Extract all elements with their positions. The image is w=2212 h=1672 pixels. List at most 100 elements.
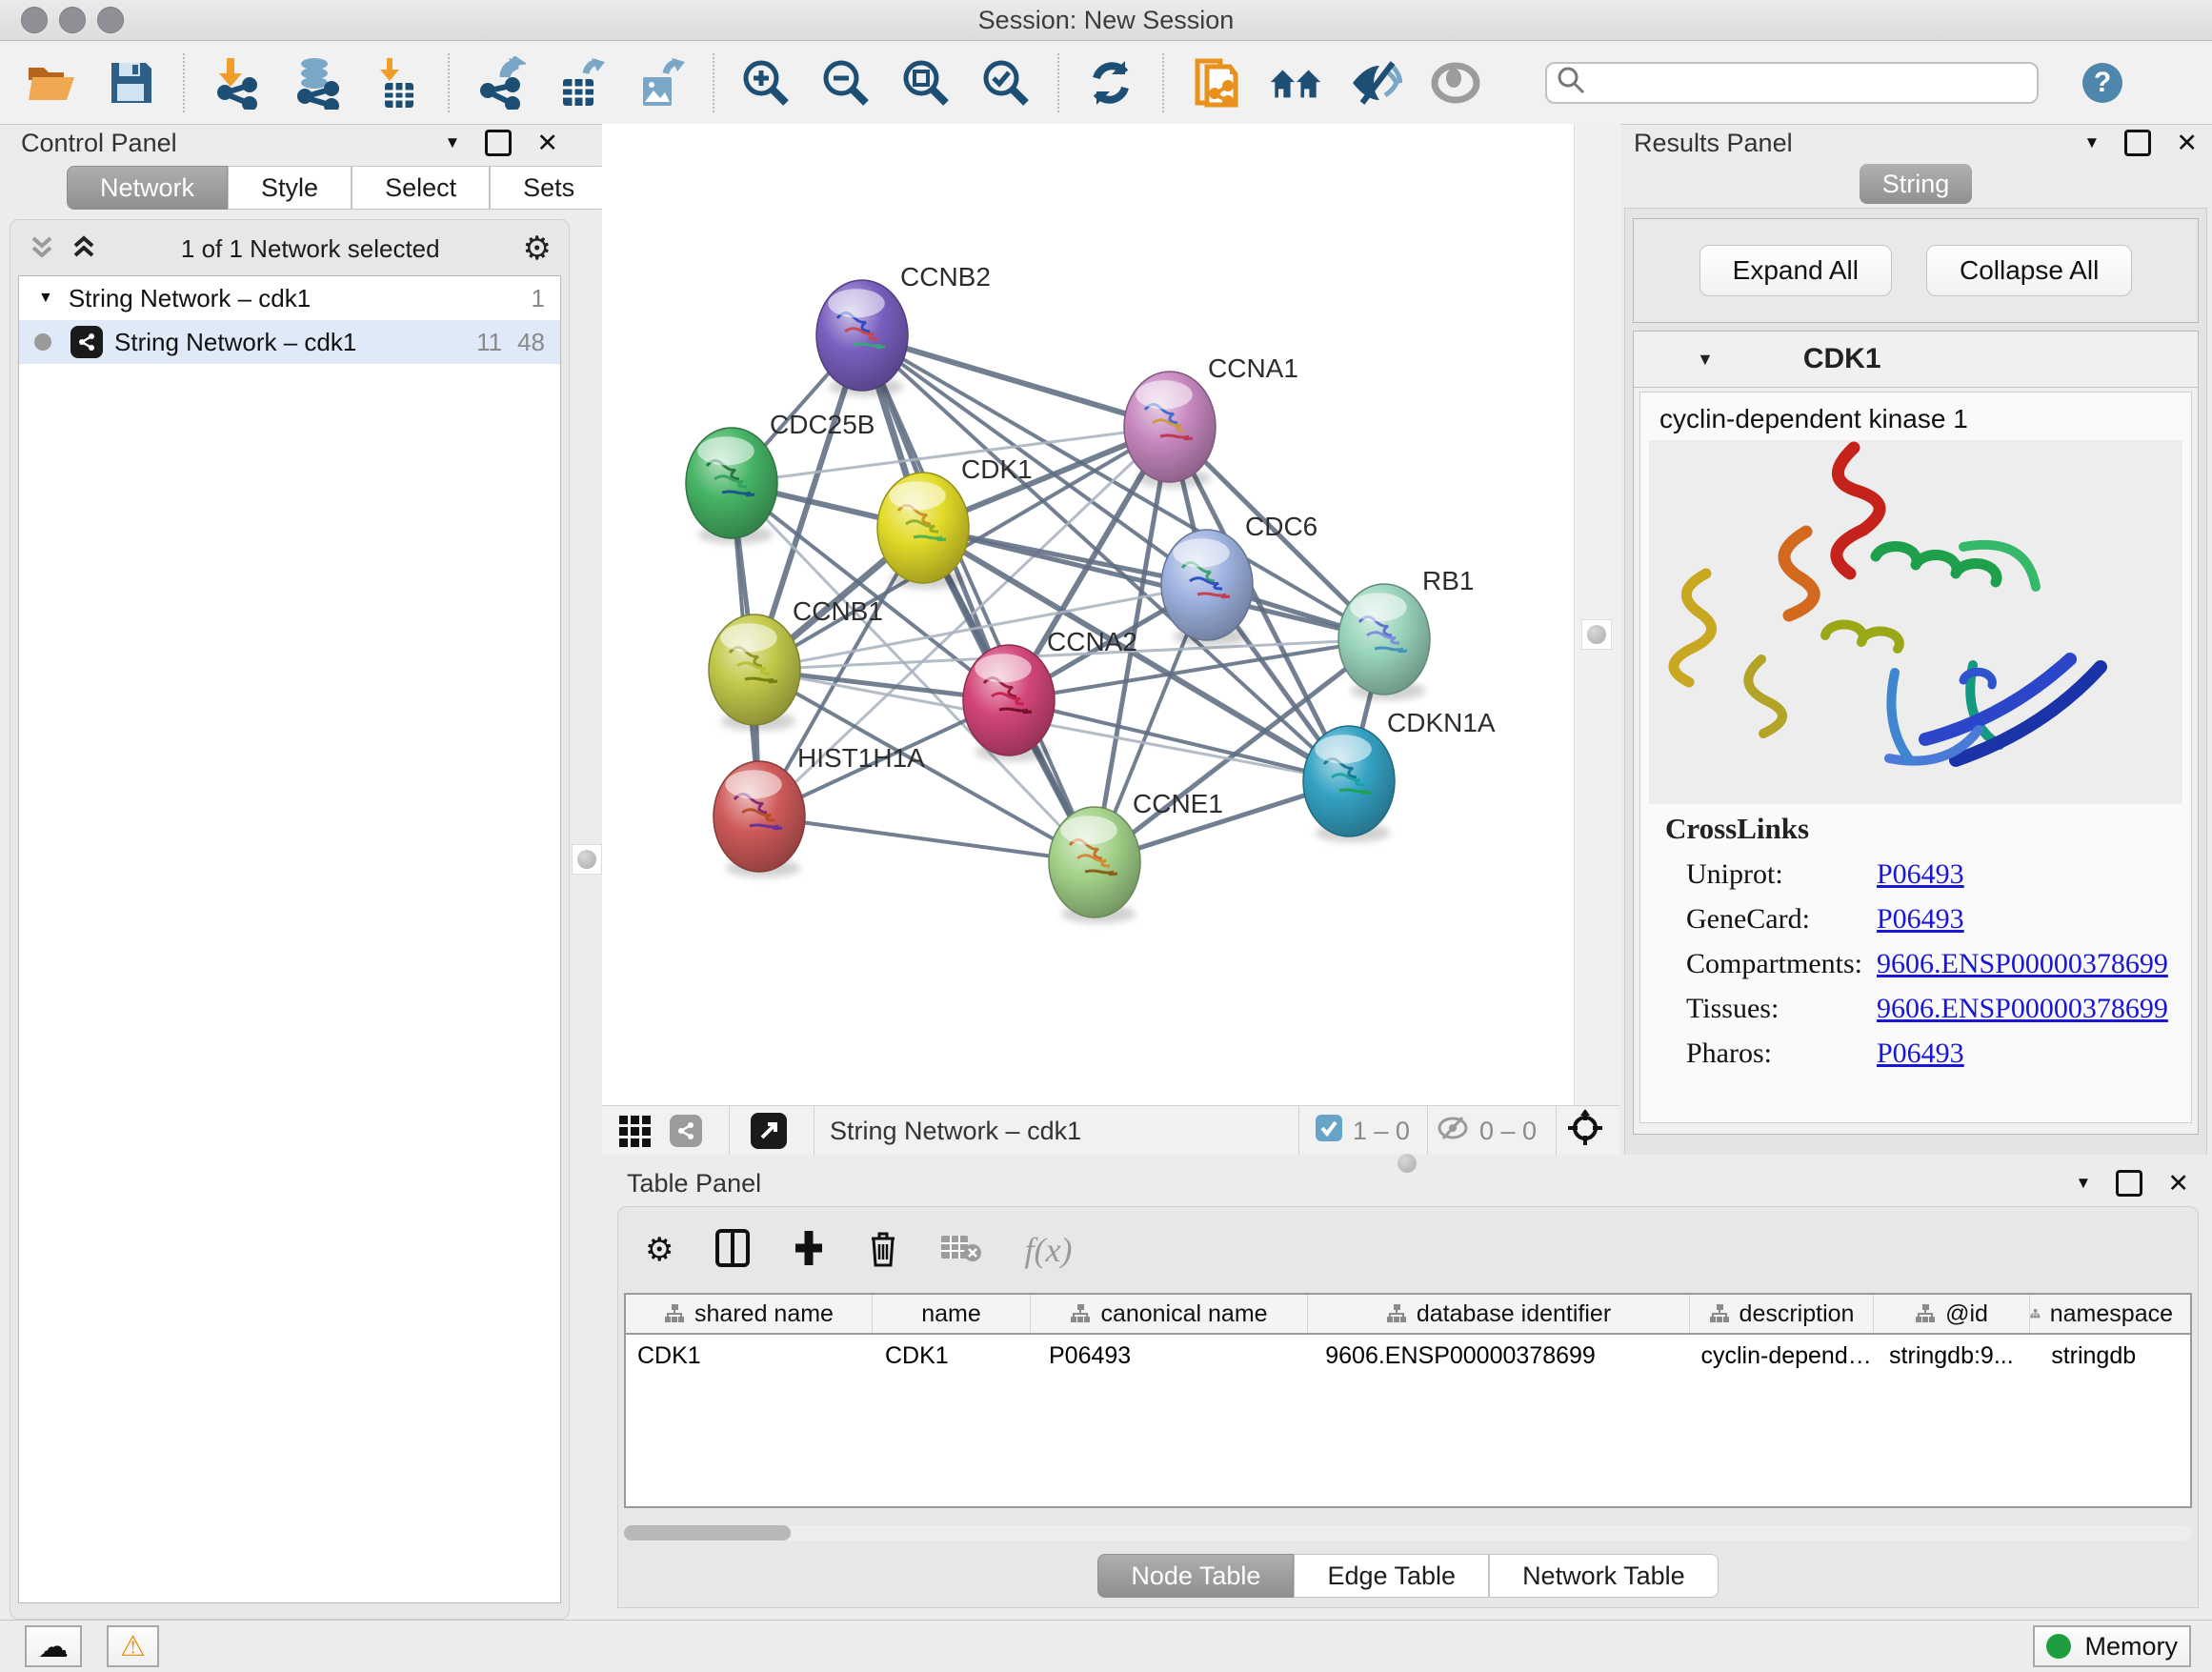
network-vertical-splitter[interactable] (1574, 124, 1620, 1105)
warning-icon: ⚠ (120, 1630, 146, 1663)
import-network-icon[interactable] (210, 56, 263, 110)
column-header-canonical-name[interactable]: canonical name (1031, 1295, 1308, 1333)
tab-network-table[interactable]: Network Table (1489, 1554, 1719, 1598)
network-options-gear-icon[interactable]: ⚙ (523, 230, 552, 268)
column-header-description[interactable]: description (1690, 1295, 1874, 1333)
results-panel-menu-icon[interactable]: ▼ (2084, 133, 2101, 152)
window-minimize-icon[interactable] (59, 7, 86, 33)
node-label: CCNE1 (1133, 789, 1223, 818)
crosslink-tissues-link[interactable]: 9606.ENSP00000378699 (1877, 993, 2168, 1025)
network-row[interactable]: String Network – cdk1 11 48 (19, 320, 560, 364)
save-session-icon[interactable] (105, 56, 158, 110)
function-builder-icon[interactable]: f(x) (1024, 1230, 1072, 1270)
refresh-icon[interactable] (1084, 56, 1137, 110)
zoom-in-icon[interactable] (739, 56, 793, 110)
right-splitter-handle[interactable] (1581, 619, 1612, 650)
show-columns-icon[interactable] (715, 1229, 750, 1272)
node-label: CDC6 (1245, 512, 1317, 541)
results-panel-float-icon[interactable] (2124, 130, 2151, 156)
fit-selected-crosshair-icon[interactable] (1566, 1109, 1604, 1154)
left-splitter-handle[interactable] (572, 844, 602, 875)
expand-all-networks-icon[interactable] (70, 232, 98, 266)
cloud-status-button[interactable]: ☁ (25, 1625, 82, 1667)
help-icon[interactable]: ? (2082, 63, 2122, 103)
node-label: CCNB1 (793, 596, 883, 626)
home-pair-icon[interactable] (1269, 56, 1322, 110)
collection-name: String Network – cdk1 (69, 284, 311, 313)
zoom-fit-icon[interactable] (899, 56, 953, 110)
node-label: CDKN1A (1387, 708, 1496, 737)
network-node-ccnb2[interactable]: CCNB2 (816, 262, 991, 396)
search-input[interactable] (1545, 62, 2039, 104)
clipboard-network-icon[interactable] (1189, 56, 1242, 110)
selected-checkbox-icon[interactable] (1315, 1114, 1343, 1149)
control-panel-close-icon[interactable]: ✕ (536, 129, 558, 158)
add-column-icon[interactable] (792, 1229, 826, 1272)
control-panel-float-icon[interactable] (485, 130, 512, 156)
import-network-from-database-icon[interactable] (290, 56, 343, 110)
window-zoom-icon[interactable] (97, 7, 124, 33)
expand-all-button[interactable]: Expand All (1699, 245, 1892, 296)
warnings-button[interactable]: ⚠ (107, 1625, 159, 1667)
network-node-cdkn1a[interactable]: CDKN1A (1303, 708, 1496, 842)
table-panel-menu-icon[interactable]: ▼ (2076, 1174, 2092, 1193)
table-options-gear-icon[interactable]: ⚙ (645, 1231, 674, 1269)
export-image-icon[interactable] (634, 56, 688, 110)
memory-button[interactable]: Memory (2033, 1625, 2191, 1667)
column-header-shared-name[interactable]: shared name (626, 1295, 873, 1333)
export-network-icon[interactable] (474, 56, 528, 110)
table-horizontal-scrollbar[interactable] (624, 1525, 2192, 1541)
node-label: CDC25B (770, 410, 875, 439)
import-table-icon[interactable] (370, 56, 423, 110)
network-node-ccne1[interactable]: CCNE1 (1049, 789, 1223, 923)
tab-network[interactable]: Network (67, 166, 228, 210)
crosslink-genecard-link[interactable]: P06493 (1877, 903, 1964, 936)
crosslink-pharos-link[interactable]: P06493 (1877, 1037, 1964, 1070)
collection-expand-icon[interactable]: ▼ (38, 290, 53, 307)
window-close-icon[interactable] (21, 7, 48, 33)
tab-edge-table[interactable]: Edge Table (1294, 1554, 1489, 1598)
results-panel-close-icon[interactable]: ✕ (2176, 129, 2198, 158)
crosslink-label: Uniprot: (1686, 858, 1877, 891)
control-panel-menu-icon[interactable]: ▼ (445, 133, 461, 152)
crosslink-compartments-link[interactable]: 9606.ENSP00000378699 (1877, 948, 2168, 980)
zoom-selected-icon[interactable] (979, 56, 1033, 110)
tab-node-table[interactable]: Node Table (1097, 1554, 1294, 1598)
column-header-name[interactable]: name (873, 1295, 1031, 1333)
network-node-cdc6[interactable]: CDC6 (1161, 512, 1317, 646)
open-session-icon[interactable] (25, 56, 78, 110)
network-collection-row[interactable]: ▼ String Network – cdk1 1 (19, 276, 560, 320)
collapse-all-button[interactable]: Collapse All (1926, 245, 2132, 296)
collapse-all-networks-icon[interactable] (28, 232, 56, 266)
birdseye-share-icon[interactable] (670, 1115, 702, 1147)
network-node-rb1[interactable]: RB1 (1338, 566, 1474, 700)
column-header-database-identifier[interactable]: database identifier (1308, 1295, 1690, 1333)
network-selection-status: 1 of 1 Network selected (98, 234, 523, 264)
table-panel-close-icon[interactable]: ✕ (2167, 1169, 2189, 1199)
table-row[interactable]: CDK1 CDK1 P06493 9606.ENSP00000378699 cy… (626, 1335, 2190, 1370)
delete-column-trash-icon[interactable] (868, 1229, 898, 1272)
column-header-namespace[interactable]: namespace (2030, 1295, 2173, 1333)
tab-style[interactable]: Style (228, 166, 352, 210)
crosslink-uniprot-link[interactable]: P06493 (1877, 858, 1964, 891)
grid-view-icon[interactable] (619, 1116, 651, 1147)
selected-counts: 1 – 0 (1353, 1117, 1410, 1146)
show-all-icon[interactable] (1429, 56, 1482, 110)
gene-collapse-icon[interactable]: ▼ (1697, 350, 1714, 370)
column-header-id[interactable]: @id (1874, 1295, 2030, 1333)
tab-string[interactable]: String (1860, 164, 1972, 204)
zoom-out-icon[interactable] (819, 56, 873, 110)
tab-select[interactable]: Select (352, 166, 490, 210)
network-canvas[interactable]: CCNB2CCNA1CDC25BCDK1CDC6RB1CCNB1CCNA2CDK… (602, 124, 1574, 1105)
export-table-icon[interactable] (554, 56, 608, 110)
network-edge[interactable] (759, 816, 1095, 862)
delete-table-icon[interactable] (940, 1232, 982, 1269)
network-edge[interactable] (862, 335, 1170, 427)
hide-selected-icon[interactable] (1349, 56, 1402, 110)
network-edge[interactable] (862, 335, 1095, 862)
tab-sets[interactable]: Sets (490, 166, 608, 210)
hidden-eye-icon[interactable] (1436, 1114, 1470, 1149)
network-node-hist1h1a[interactable]: HIST1H1A (714, 743, 925, 877)
table-panel-float-icon[interactable] (2116, 1170, 2142, 1197)
detach-view-icon[interactable] (751, 1113, 787, 1149)
